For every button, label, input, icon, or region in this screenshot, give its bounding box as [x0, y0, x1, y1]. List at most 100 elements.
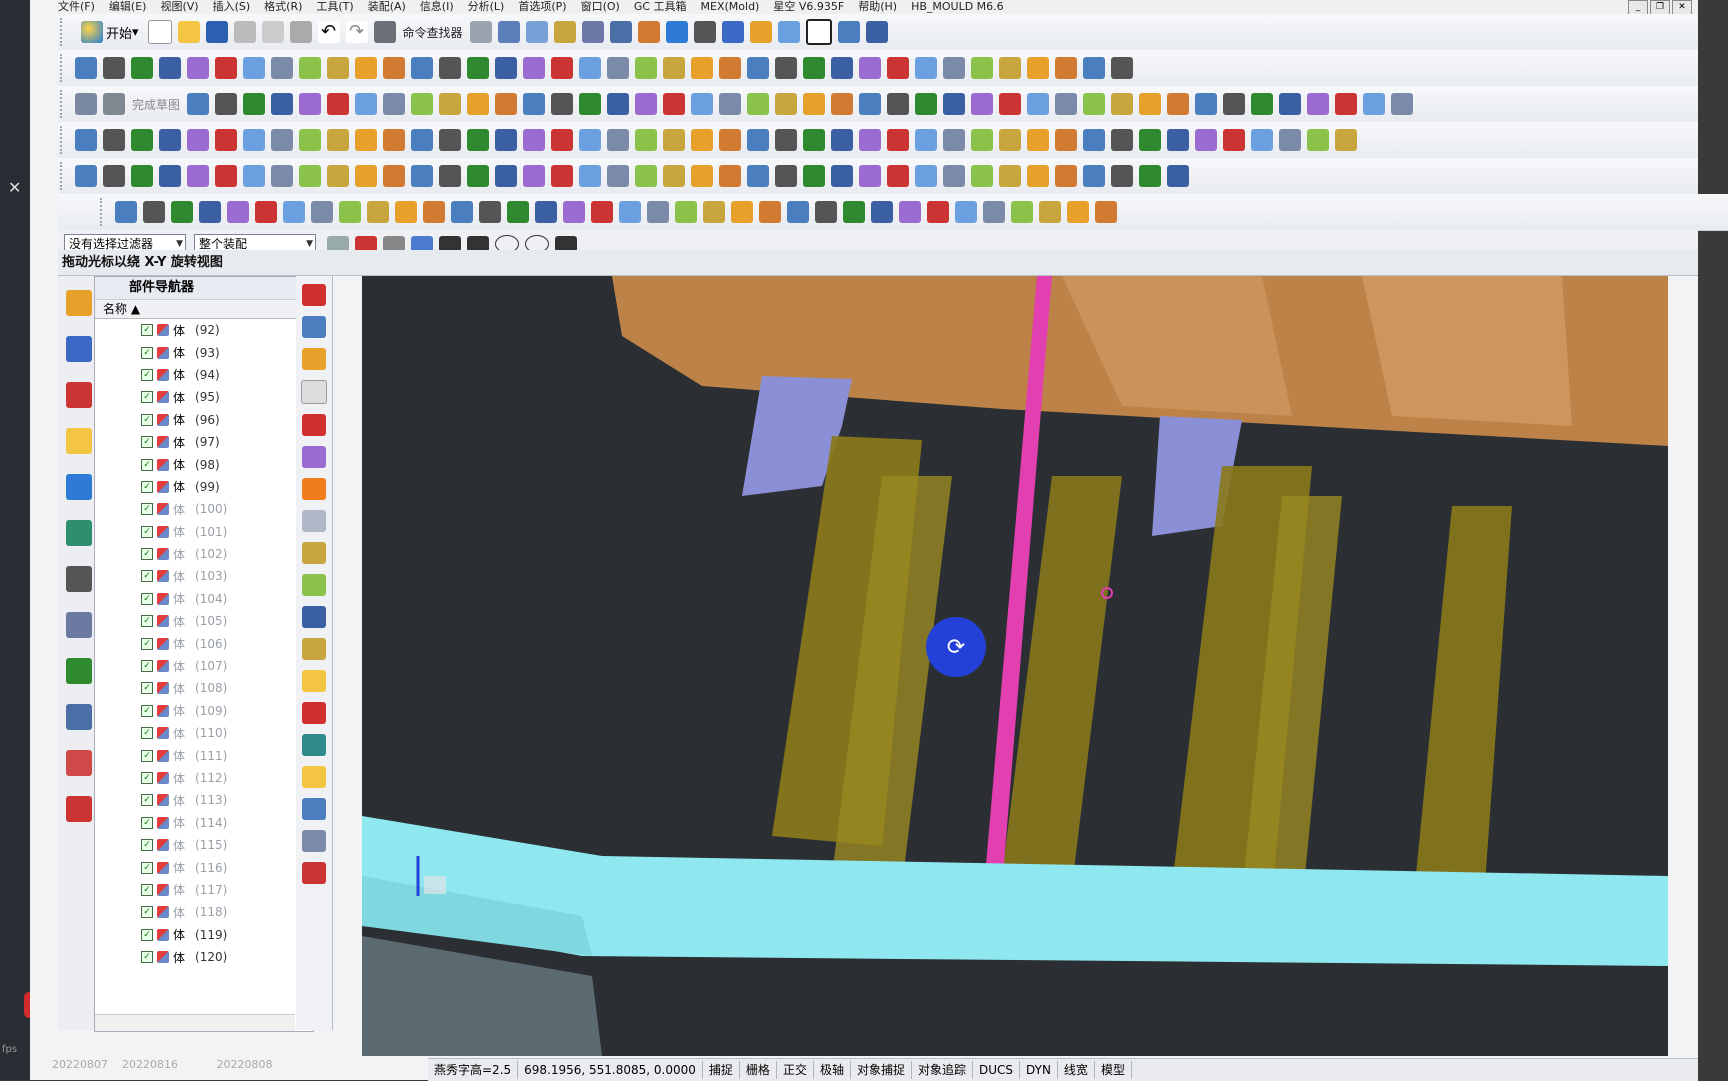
- toolbar-tool-icon[interactable]: [75, 129, 97, 151]
- visibility-checkbox[interactable]: ✓: [141, 458, 153, 471]
- toolbar-tool-icon[interactable]: [355, 129, 377, 151]
- toolbar-tool-icon[interactable]: [159, 129, 181, 151]
- fit-view-icon[interactable]: [665, 21, 688, 43]
- visibility-checkbox[interactable]: ✓: [141, 861, 153, 874]
- toolbar-tool-icon[interactable]: [439, 93, 462, 115]
- tree-row[interactable]: ✓ 体 (120): [95, 946, 295, 968]
- layer-icon[interactable]: [469, 21, 492, 43]
- object-track-toggle[interactable]: 对象追踪: [912, 1061, 973, 1079]
- toolbar-tool-icon[interactable]: [215, 57, 237, 79]
- visibility-checkbox[interactable]: ✓: [141, 525, 153, 538]
- mold-tool-icon-1[interactable]: [302, 284, 326, 306]
- toolbar-tool-icon[interactable]: [915, 165, 937, 187]
- tree-row[interactable]: ✓ 体 (98): [95, 453, 295, 475]
- toolbar-tool-icon[interactable]: [411, 129, 433, 151]
- toolbar-tool-icon[interactable]: [159, 165, 181, 187]
- visibility-checkbox[interactable]: ✓: [141, 615, 153, 628]
- menu-item[interactable]: 星空 V6.935F: [773, 1, 844, 13]
- undo-icon[interactable]: ↶: [317, 21, 340, 43]
- toolbar-tool-icon[interactable]: [1055, 93, 1078, 115]
- menu-item[interactable]: 窗口(O): [581, 1, 620, 13]
- toolbar-tool-icon[interactable]: [899, 201, 921, 223]
- tree-row[interactable]: ✓ 体 (116): [95, 856, 295, 878]
- mold-tool-icon-2[interactable]: [302, 316, 326, 338]
- tree-row[interactable]: ✓ 体 (113): [95, 789, 295, 811]
- toolbar-tool-icon[interactable]: [803, 57, 825, 79]
- menu-item[interactable]: MEX(Mold): [701, 1, 760, 13]
- toolbar-tool-icon[interactable]: [719, 129, 741, 151]
- tree-row[interactable]: ✓ 体 (118): [95, 901, 295, 923]
- toolbar-tool-icon[interactable]: [1223, 93, 1246, 115]
- toolbar-tool-icon[interactable]: [915, 129, 937, 151]
- toolbar-tool-icon[interactable]: [747, 93, 770, 115]
- save-icon[interactable]: [205, 21, 228, 43]
- toolbar-tool-icon[interactable]: [663, 93, 686, 115]
- cut-icon[interactable]: [233, 21, 256, 43]
- toolbar-tool-icon[interactable]: [243, 165, 265, 187]
- toolbar-tool-icon[interactable]: [523, 93, 546, 115]
- mold-tool-icon-3[interactable]: [302, 348, 326, 370]
- command-finder-icon[interactable]: [373, 21, 396, 43]
- mold-tool-icon-11[interactable]: [302, 606, 326, 628]
- system-materials-tab-icon[interactable]: [66, 704, 92, 730]
- toolbar-tool-icon[interactable]: [283, 201, 305, 223]
- mold-tool-icon-5[interactable]: [302, 414, 326, 436]
- toolbar-tool-icon[interactable]: [859, 57, 881, 79]
- toolbar-tool-icon[interactable]: [1083, 129, 1105, 151]
- toolbar-tool-icon[interactable]: [355, 57, 377, 79]
- lineweight-toggle[interactable]: 线宽: [1058, 1061, 1095, 1079]
- command-finder-label[interactable]: 命令查找器: [403, 24, 463, 41]
- mold-tool-icon-12[interactable]: [302, 638, 326, 660]
- toolbar-tool-icon[interactable]: [103, 57, 125, 79]
- toolbar-tool-icon[interactable]: [635, 129, 657, 151]
- toolbar-tool-icon[interactable]: [663, 129, 685, 151]
- toolbar-tool-icon[interactable]: [887, 93, 910, 115]
- toolbar-tool-icon[interactable]: [747, 57, 769, 79]
- toolbar-tool-icon[interactable]: [115, 201, 137, 223]
- measure-distance-icon[interactable]: [637, 21, 660, 43]
- toolbar-tool-icon[interactable]: [691, 93, 714, 115]
- mold-tool-icon-4[interactable]: [301, 380, 327, 404]
- tree-row[interactable]: ✓ 体 (111): [95, 744, 295, 766]
- toolbar-tool-icon[interactable]: [635, 165, 657, 187]
- toolbar-tool-icon[interactable]: [943, 165, 965, 187]
- toolbar-tool-icon[interactable]: [1027, 57, 1049, 79]
- toolbar-tool-icon[interactable]: [1223, 129, 1245, 151]
- toolbar-tool-icon[interactable]: [1279, 93, 1302, 115]
- user-roles-icon[interactable]: [66, 750, 92, 776]
- toolbar-tool-icon[interactable]: [355, 93, 378, 115]
- menu-item[interactable]: 分析(L): [468, 1, 505, 13]
- toolbar-tool-icon[interactable]: [719, 165, 741, 187]
- toolbar-tool-icon[interactable]: [1027, 165, 1049, 187]
- toolbar-tool-icon[interactable]: [1167, 129, 1189, 151]
- toolbar-tool-icon[interactable]: [215, 93, 238, 115]
- toolbar-tool-icon[interactable]: [271, 57, 293, 79]
- mold-tool-icon-16[interactable]: [302, 766, 326, 788]
- toolbar-tool-icon[interactable]: [299, 165, 321, 187]
- toolbar-tool-icon[interactable]: [1055, 129, 1077, 151]
- tree-row[interactable]: ✓ 体 (101): [95, 521, 295, 543]
- toolbar-tool-icon[interactable]: [383, 165, 405, 187]
- tree-row[interactable]: ✓ 体 (109): [95, 700, 295, 722]
- visibility-checkbox[interactable]: ✓: [141, 883, 153, 896]
- visibility-checkbox[interactable]: ✓: [141, 324, 153, 337]
- tree-row[interactable]: ✓ 体 (104): [95, 588, 295, 610]
- toolbar-tool-icon[interactable]: [747, 129, 769, 151]
- toolbar-tool-icon[interactable]: [999, 93, 1022, 115]
- toolbar-tool-icon[interactable]: [311, 201, 333, 223]
- web-browser-tab-icon[interactable]: [66, 474, 92, 500]
- tree-row[interactable]: ✓ 体 (94): [95, 364, 295, 386]
- toolbar-tool-icon[interactable]: [731, 201, 753, 223]
- horizontal-scrollbar[interactable]: [95, 1014, 295, 1031]
- toolbar-tool-icon[interactable]: [327, 165, 349, 187]
- toolbar-tool-icon[interactable]: [719, 93, 742, 115]
- toolbar-tool-icon[interactable]: [187, 129, 209, 151]
- toolbar-tool-icon[interactable]: [579, 57, 601, 79]
- visibility-checkbox[interactable]: ✓: [141, 570, 153, 583]
- toolbar-tool-icon[interactable]: [1195, 93, 1218, 115]
- toolbar-tool-icon[interactable]: [1335, 93, 1358, 115]
- toolbar-tool-icon[interactable]: [1391, 93, 1414, 115]
- tree-row[interactable]: ✓ 体 (95): [95, 386, 295, 408]
- toolbar-tool-icon[interactable]: [943, 57, 965, 79]
- toolbar-tool-icon[interactable]: [999, 57, 1021, 79]
